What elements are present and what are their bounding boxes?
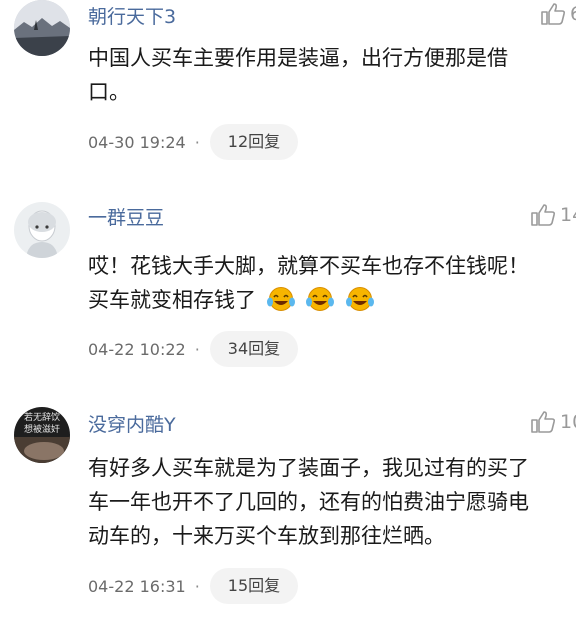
comment-text: 哎！花钱大手大脚，就算不买车也存不住钱呢！ 买车就变相存钱了 [88, 249, 529, 317]
laugh-cry-emoji-icon [345, 286, 375, 322]
reply-button[interactable]: 12回复 [209, 124, 299, 160]
comment-meta: 04-22 10:22 · 34回复 [88, 331, 299, 367]
comment-text-line-with-emoji: 买车就变相存钱了 [88, 283, 529, 317]
comment-text-line: 哎！花钱大手大脚，就算不买车也存不住钱呢！ [88, 254, 529, 278]
like-count: 14 [560, 204, 576, 226]
username[interactable]: 没穿内酷Y [88, 410, 176, 437]
comment-text-line: 动车的，十来万买个车放到那往烂晒。 [88, 524, 445, 548]
laugh-cry-emoji-icon [305, 286, 335, 322]
like-button[interactable]: 14 [530, 203, 576, 227]
avatar-caption: 若无辞饮 [24, 411, 60, 423]
thumbs-up-icon [530, 203, 556, 227]
comment-text-line: 中国人买车主要作用是装逼，出行方便那是借 [88, 46, 508, 70]
reply-button[interactable]: 15回复 [209, 568, 299, 604]
reply-button[interactable]: 34回复 [209, 331, 299, 367]
username[interactable]: 朝行天下3 [88, 2, 176, 29]
comment-meta: 04-30 19:24 · 12回复 [88, 124, 299, 160]
comment-text: 有好多人买车就是为了装面子，我见过有的买了 车一年也开不了几回的，还有的怕费油宁… [88, 451, 529, 553]
laugh-cry-emoji-icon [266, 286, 296, 322]
like-button[interactable]: 6 [540, 2, 576, 26]
like-count: 6 [570, 3, 576, 25]
person-avatar-icon[interactable] [14, 202, 70, 258]
landscape-avatar-icon[interactable] [14, 0, 70, 56]
timestamp: 04-22 10:22 [88, 339, 186, 359]
comment-item: 若无辞饮 想被滋奸 没穿内酷Y 10 有好多人买车就是为了装面子，我见过有的买了… [0, 407, 576, 644]
username[interactable]: 一群豆豆 [88, 203, 164, 230]
comment-meta: 04-22 16:31 · 15回复 [88, 568, 299, 604]
like-button[interactable]: 10 [530, 410, 576, 434]
comment-text-line: 有好多人买车就是为了装面子，我见过有的买了 [88, 456, 529, 480]
comment-item: 一群豆豆 14 哎！花钱大手大脚，就算不买车也存不住钱呢！ 买车就变相存钱了 0… [0, 202, 576, 382]
dark-photo-avatar-icon[interactable]: 若无辞饮 想被滋奸 [14, 407, 70, 463]
separator: · [194, 576, 200, 596]
comment-item: 朝行天下3 6 中国人买车主要作用是装逼，出行方便那是借 口。 04-30 19… [0, 0, 576, 180]
comment-text-line: 口。 [88, 80, 130, 104]
comment-text-line: 车一年也开不了几回的，还有的怕费油宁愿骑电 [88, 490, 529, 514]
thumbs-up-icon [540, 2, 566, 26]
thumbs-up-icon [530, 410, 556, 434]
separator: · [194, 339, 200, 359]
like-count: 10 [560, 411, 576, 433]
avatar-caption: 想被滋奸 [24, 423, 60, 435]
timestamp: 04-30 19:24 [88, 132, 186, 152]
separator: · [194, 132, 200, 152]
timestamp: 04-22 16:31 [88, 576, 186, 596]
comment-text-fragment: 买车就变相存钱了 [88, 288, 256, 312]
comment-text: 中国人买车主要作用是装逼，出行方便那是借 口。 [88, 41, 508, 109]
